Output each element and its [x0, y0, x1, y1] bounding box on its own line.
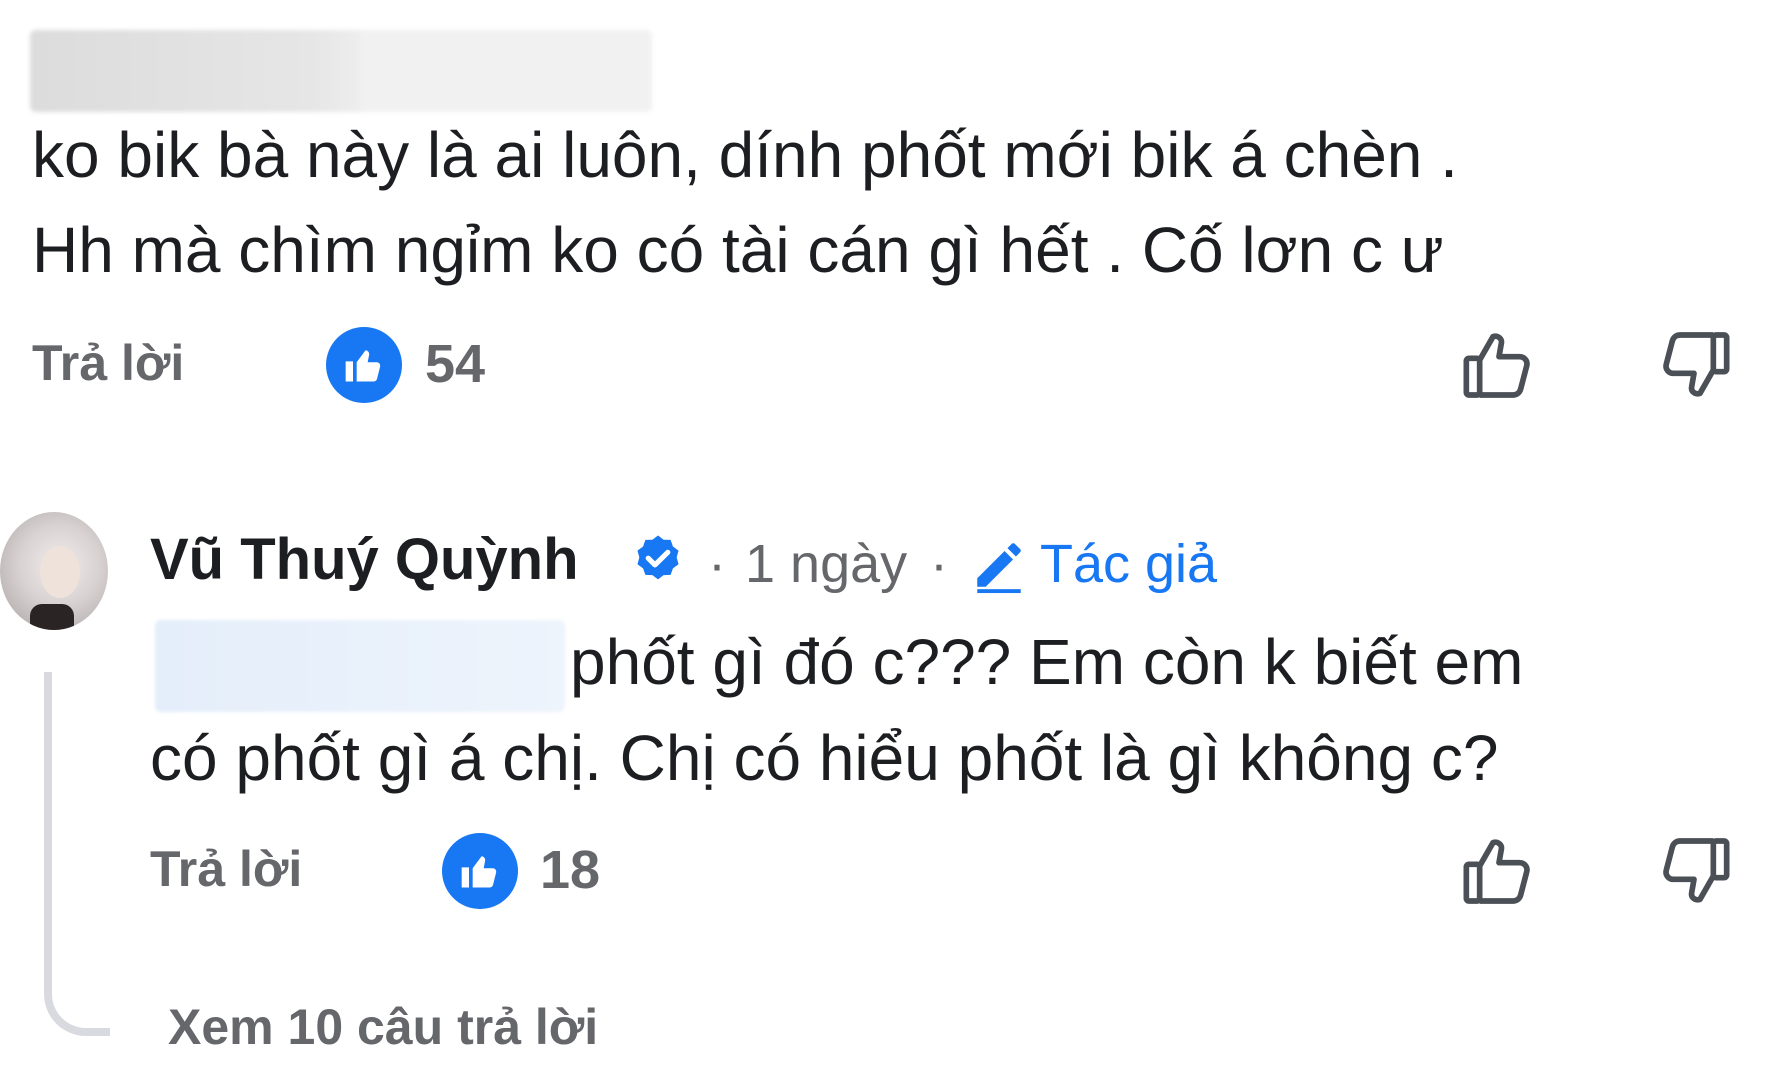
author-tag: Tác giả: [1040, 534, 1218, 594]
comment-text-line: ko bik bà này là ai luôn, dính phốt mới …: [32, 119, 1458, 191]
like-count: 54: [425, 334, 486, 394]
redacted-author-name: [30, 30, 652, 112]
comment-text-line: Hh mà chìm ngỉm ko có tài cán gì hết . C…: [32, 214, 1444, 286]
pencil-icon: [970, 536, 1028, 594]
thumbs-down-outline-icon[interactable]: [1655, 831, 1735, 911]
comment-time[interactable]: 1 ngày: [745, 533, 907, 595]
reply-thread-line: [44, 672, 110, 1036]
thumbs-down-outline-icon[interactable]: [1655, 325, 1735, 405]
comment-text-line: phốt gì đó c??? Em còn k biết em: [570, 626, 1524, 698]
avatar[interactable]: [0, 512, 108, 630]
meta-separator: ·: [930, 534, 948, 594]
thumbs-up-outline-icon[interactable]: [1458, 325, 1538, 405]
redacted-mention[interactable]: [155, 620, 565, 712]
like-reaction-icon: [442, 833, 518, 909]
reply-button[interactable]: Trả lời: [32, 334, 184, 392]
meta-separator: ·: [708, 534, 726, 594]
comment-text-line: có phốt gì á chị. Chị có hiểu phốt là gì…: [150, 722, 1499, 794]
like-count: 18: [540, 840, 601, 900]
view-replies-button[interactable]: Xem 10 câu trả lời: [168, 998, 598, 1056]
like-reaction-icon: [326, 327, 402, 403]
verified-badge-icon: [630, 532, 686, 588]
reply-button[interactable]: Trả lời: [150, 840, 302, 898]
author-name[interactable]: Vũ Thuý Quỳnh: [150, 526, 579, 593]
thumbs-up-outline-icon[interactable]: [1458, 831, 1538, 911]
